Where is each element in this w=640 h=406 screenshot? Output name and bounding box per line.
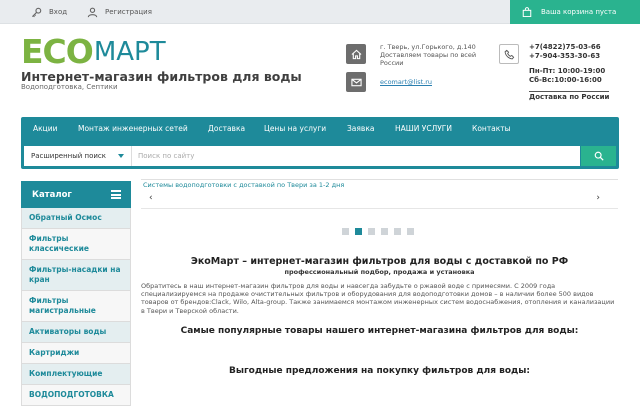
search-bar: Расширенный поиск xyxy=(24,146,616,166)
chevron-down-icon xyxy=(118,154,124,158)
catalog-item-components[interactable]: Комплектующие xyxy=(21,364,131,385)
slider-dot[interactable] xyxy=(368,228,375,235)
hours-weekend: Сб-Вс:10:00-16:00 xyxy=(529,75,602,84)
site-subtitle: Водоподготовка, Септики xyxy=(21,83,118,91)
catalog-item-reverse-osmosis[interactable]: Обратный Осмос xyxy=(21,208,131,229)
nav-item-installation[interactable]: Монтаж инженерных сетей xyxy=(78,124,188,133)
slider-prev-arrow[interactable]: ‹ xyxy=(149,193,153,203)
logo-eco: ECO xyxy=(21,32,94,71)
register-label: Регистрация xyxy=(105,8,152,16)
phone-icon xyxy=(499,44,519,64)
slider-dots xyxy=(342,228,420,235)
search-mode-select[interactable]: Расширенный поиск xyxy=(24,146,132,166)
nav-item-request[interactable]: Заявка xyxy=(347,124,374,133)
catalog-item-tap-filters[interactable]: Фильтры-насадки на кран xyxy=(21,260,131,291)
catalog-header[interactable]: Каталог xyxy=(21,181,131,208)
nav-item-delivery[interactable]: Доставка xyxy=(208,124,245,133)
phone-2[interactable]: +7-904-353-30-63 xyxy=(529,52,601,61)
login-link[interactable]: Вход xyxy=(31,0,67,24)
offers-heading: Выгодные предложения на покупку фильтров… xyxy=(228,366,531,376)
catalog-item-classic-filters[interactable]: Фильтры классические xyxy=(21,229,131,260)
slider-next-arrow[interactable]: › xyxy=(596,193,600,203)
shopping-bag-icon xyxy=(522,7,532,17)
nav-item-prices[interactable]: Цены на услуги xyxy=(264,124,326,133)
slider-dot[interactable] xyxy=(342,228,349,235)
intro-paragraph: Обратитесь в наш интернет-магазин фильтр… xyxy=(141,282,615,315)
top-bar: Вход Регистрация Ваша корзина пуста xyxy=(0,0,640,24)
main-nav: Акции Монтаж инженерных сетей Доставка Ц… xyxy=(21,117,619,169)
phone-1[interactable]: +7(4822)75-03-66 xyxy=(529,43,601,52)
nav-item-promotions[interactable]: Акции xyxy=(33,124,58,133)
hours-weekdays: Пн-Пт: 10:00-19:00 xyxy=(529,67,606,75)
slide-caption[interactable]: Системы водоподготовки с доставкой по Тв… xyxy=(143,181,344,189)
nav-item-contacts[interactable]: Контакты xyxy=(472,124,511,133)
cart-status: Ваша корзина пуста xyxy=(541,8,617,16)
catalog-item-mainline-filters[interactable]: Фильтры магистральные xyxy=(21,291,131,322)
login-label: Вход xyxy=(49,8,68,16)
logo-mart: МАРТ xyxy=(93,37,166,67)
site-logo[interactable]: ECO МАРТ xyxy=(21,32,166,71)
catalog-list: Обратный Осмос Фильтры классические Филь… xyxy=(21,208,131,406)
search-button[interactable] xyxy=(581,146,616,166)
divider xyxy=(141,208,618,209)
page-heading: ЭкоМарт – интернет-магазин фильтров для … xyxy=(190,256,569,267)
slider-dot[interactable] xyxy=(407,228,414,235)
mail-icon xyxy=(346,72,366,92)
catalog-item-water-activators[interactable]: Активаторы воды xyxy=(21,322,131,343)
home-icon xyxy=(346,44,366,64)
popular-products-heading: Самые популярные товары нашего интернет-… xyxy=(180,326,579,336)
search-mode-label: Расширенный поиск xyxy=(31,152,107,160)
slider-dot[interactable] xyxy=(381,228,388,235)
address-delivery-note: Доставляем товары по всей России xyxy=(380,51,477,67)
search-input[interactable] xyxy=(132,146,580,166)
address: г. Тверь, ул.Горького, д.140 Доставляем … xyxy=(380,43,490,67)
menu-icon[interactable] xyxy=(111,190,121,199)
key-icon xyxy=(31,7,42,17)
phone-numbers: +7(4822)75-03-66 +7-904-353-30-63 xyxy=(529,43,601,60)
page-subheading: профессиональный подбор, продажа и устан… xyxy=(284,268,475,276)
slider-dot-active[interactable] xyxy=(355,228,362,235)
address-street: г. Тверь, ул.Горького, д.140 xyxy=(380,43,476,51)
register-link[interactable]: Регистрация xyxy=(87,0,152,24)
banner-slider: Системы водоподготовки с доставкой по Тв… xyxy=(141,179,618,208)
cart-button[interactable]: Ваша корзина пуста xyxy=(510,0,640,24)
catalog-title: Каталог xyxy=(32,189,72,200)
slider-dot[interactable] xyxy=(394,228,401,235)
site-title: Интернет-магазин фильтров для воды xyxy=(21,69,302,84)
email-link[interactable]: ecomart@list.ru xyxy=(380,78,432,86)
search-icon xyxy=(594,151,604,161)
nav-item-services[interactable]: НАШИ УСЛУГИ xyxy=(395,124,452,133)
user-icon xyxy=(87,7,98,17)
delivery-note: Доставка по России xyxy=(529,91,610,101)
work-hours: Пн-Пт: 10:00-19:00 Сб-Вс:10:00-16:00 xyxy=(529,67,605,84)
catalog-item-water-treatment[interactable]: ВОДОПОДГОТОВКА xyxy=(21,385,131,406)
catalog-item-cartridges[interactable]: Картриджи xyxy=(21,343,131,364)
